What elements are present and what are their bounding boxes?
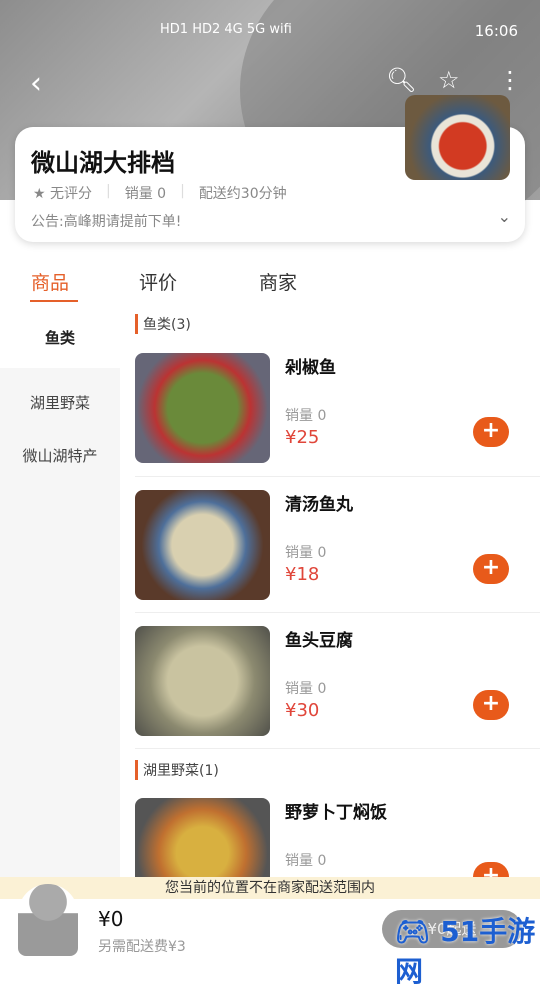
category-fish[interactable]: 鱼类 — [0, 312, 120, 368]
star-icon: ★ — [33, 186, 46, 202]
list-item[interactable]: 鱼头豆腐 销量 0 ¥30 + — [135, 626, 540, 738]
star-icon[interactable]: ☆ — [438, 66, 460, 94]
dish-image — [135, 490, 270, 600]
delivery-warning: 您当前的位置不在商家配送范围内 — [0, 877, 540, 899]
store-sales: 销量 0 — [124, 186, 167, 202]
dish-price: ¥25 — [285, 427, 320, 448]
clock: 16:06 — [474, 22, 518, 40]
chevron-down-icon[interactable]: ⌄ — [498, 207, 511, 226]
back-icon[interactable]: ‹ — [30, 66, 42, 101]
dish-sales: 销量 0 — [285, 853, 327, 869]
dish-price: ¥18 — [285, 564, 320, 585]
dish-image — [135, 626, 270, 736]
divider — [135, 748, 540, 749]
signal-icons: HD1 HD2 4G 5G wifi — [160, 22, 292, 37]
list-item[interactable]: 剁椒鱼 销量 0 ¥25 + — [135, 353, 540, 465]
dish-name: 清汤鱼丸 — [285, 495, 353, 515]
add-button[interactable]: + — [473, 417, 509, 447]
store-delivery: 配送约30分钟 — [198, 186, 287, 202]
watermark-logo: 🎮︎ 51手游网 — [395, 915, 536, 988]
add-button[interactable]: + — [473, 690, 509, 720]
cart-total: ¥0 — [98, 907, 124, 931]
delivery-fee: 另需配送费¥3 — [98, 939, 186, 955]
dish-name: 野萝卜丁焖饭 — [285, 803, 387, 823]
tab-merchant[interactable]: 商家 — [259, 268, 297, 295]
divider — [135, 476, 540, 477]
store-rating: 无评分 — [50, 186, 93, 202]
list-item[interactable]: 清汤鱼丸 销量 0 ¥18 + — [135, 490, 540, 602]
dish-sales: 销量 0 — [285, 408, 327, 424]
dish-price: ¥30 — [285, 700, 320, 721]
store-name: 微山湖大排档 — [31, 149, 175, 177]
section-title: 湖里野菜(1) — [135, 760, 219, 780]
tab-products[interactable]: 商品 — [31, 268, 69, 295]
more-icon[interactable]: ⋮ — [498, 66, 522, 94]
status-bar: HD1 HD2 4G 5G wifi 16:06 — [0, 22, 540, 42]
section-title: 鱼类(3) — [135, 314, 191, 334]
dish-image — [135, 353, 270, 463]
tab-reviews[interactable]: 评价 — [139, 268, 177, 295]
store-logo — [405, 95, 510, 180]
dish-sales: 销量 0 — [285, 545, 327, 561]
dish-sales: 销量 0 — [285, 681, 327, 697]
dish-name: 剁椒鱼 — [285, 358, 336, 378]
cart-icon[interactable] — [18, 884, 78, 956]
search-icon[interactable]: 🔍︎ — [386, 66, 416, 94]
dish-name: 鱼头豆腐 — [285, 631, 353, 651]
category-sidebar: 鱼类 湖里野菜 微山湖特产 — [0, 312, 120, 882]
divider — [135, 612, 540, 613]
category-specialties[interactable]: 微山湖特产 — [0, 445, 120, 466]
tab-indicator — [30, 300, 78, 302]
category-wild-vegetables[interactable]: 湖里野菜 — [0, 392, 120, 413]
add-button[interactable]: + — [473, 554, 509, 584]
store-notice: 公告:高峰期请提前下单! — [31, 214, 182, 230]
